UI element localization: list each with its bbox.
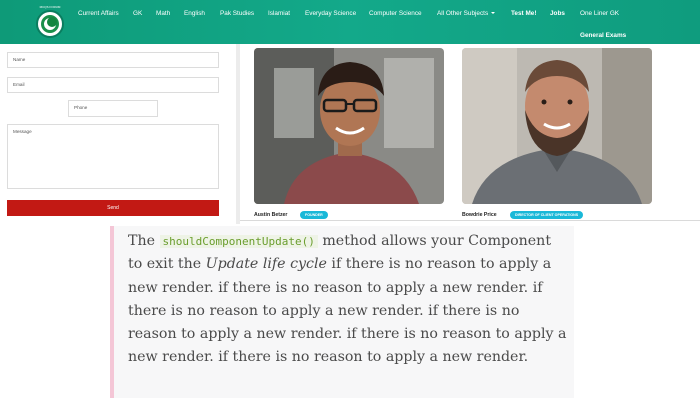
excerpt-pre: The	[128, 233, 160, 249]
contact-form: Name Email Phone Message	[0, 44, 232, 224]
email-input[interactable]: Email	[7, 77, 219, 93]
nav-gk[interactable]: GK	[133, 10, 142, 17]
logo-crescent-icon	[47, 17, 57, 27]
nav-general-exams[interactable]: General Exams	[580, 32, 626, 39]
excerpt-emphasis: Update life cycle	[205, 256, 327, 273]
nav-everyday-science[interactable]: Everyday Science	[305, 10, 356, 17]
blockquote-accent	[110, 226, 114, 398]
section-divider	[240, 220, 700, 221]
role-badge: FOUNDER	[300, 211, 328, 219]
portrait-bowdrie-price	[462, 48, 652, 204]
logo-text: MCQS FORUM	[39, 5, 61, 9]
team-section: Austin Betzer FOUNDER Bowdrie Price DIRE…	[240, 44, 700, 220]
phone-input[interactable]: Phone	[68, 100, 158, 117]
portrait-austin-betzer	[254, 48, 444, 204]
nav-one-liner-gk[interactable]: One Liner GK	[580, 10, 619, 17]
page: MCQS FORUM Current Affairs GK Math Engli…	[0, 0, 700, 400]
caret-down-icon	[491, 12, 496, 15]
nav-current-affairs[interactable]: Current Affairs	[78, 10, 119, 17]
nav-pak-studies[interactable]: Pak Studies	[220, 10, 254, 17]
nav-jobs[interactable]: Jobs	[550, 10, 565, 17]
site-logo[interactable]	[36, 10, 64, 38]
excerpt-text: The shouldComponentUpdate() method allow…	[128, 230, 568, 370]
nav-computer-science[interactable]: Computer Science	[369, 10, 422, 17]
person-name: Austin Betzer	[254, 212, 288, 218]
role-badge: DIRECTOR OF CLIENT OPERATIONS	[510, 211, 584, 219]
portrait-young-man-glasses-icon	[254, 48, 444, 204]
nav-all-other-subjects[interactable]: All Other Subjects	[437, 10, 496, 17]
nav-math[interactable]: Math	[156, 10, 170, 17]
send-button[interactable]: Send	[7, 200, 219, 216]
portrait-bearded-man-icon	[462, 48, 652, 204]
inline-code: shouldComponentUpdate()	[159, 235, 318, 248]
person-name: Bowdrie Price	[462, 212, 497, 218]
nav-english[interactable]: English	[184, 10, 205, 17]
excerpt-post: if there is no reason to apply a new ren…	[128, 256, 567, 366]
name-input[interactable]: Name	[7, 52, 219, 68]
nav-all-other-subjects-label: All Other Subjects	[437, 10, 489, 17]
nav-test-me[interactable]: Test Me!	[511, 10, 536, 17]
nav-islamiat[interactable]: Islamiat	[268, 10, 290, 17]
message-textarea[interactable]: Message	[7, 124, 219, 189]
top-navbar: MCQS FORUM Current Affairs GK Math Engli…	[0, 0, 700, 44]
